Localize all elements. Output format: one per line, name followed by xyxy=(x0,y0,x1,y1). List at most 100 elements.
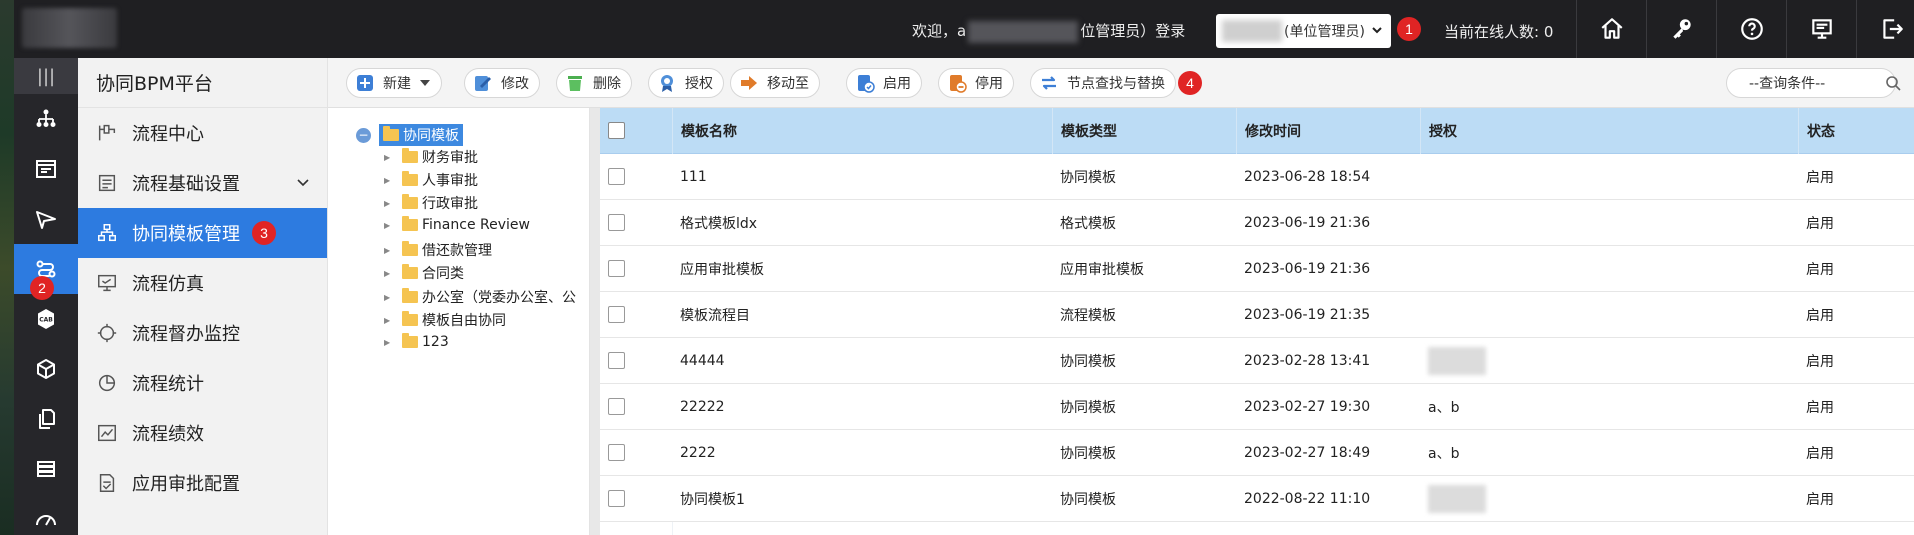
unit-select[interactable]: (单位管理员) xyxy=(1216,14,1391,48)
home-button[interactable] xyxy=(1576,0,1646,58)
table-row[interactable]: 协同模板1 协同模板 2022-08-22 11:10 启用 xyxy=(600,476,1914,522)
pie-chart-icon xyxy=(98,374,116,392)
nav-item-supervision[interactable]: 流程督办监控 xyxy=(78,308,327,358)
nav-item-performance[interactable]: 流程绩效 xyxy=(78,408,327,458)
nav-item-label: 流程仿真 xyxy=(132,274,204,295)
logout-button[interactable] xyxy=(1856,0,1914,58)
disable-button[interactable]: 停用 xyxy=(938,68,1014,98)
table-row[interactable]: 应用审批模板 应用审批模板 2023-06-19 21:36 启用 xyxy=(600,246,1914,292)
cell-status: 启用 xyxy=(1806,170,1834,186)
row-checkbox[interactable] xyxy=(608,214,625,231)
nav-item-app-approval[interactable]: 应用审批配置 xyxy=(78,458,327,508)
tree-node[interactable]: ▶ 财务审批 xyxy=(384,147,478,167)
tree-root-label[interactable]: 协同模板 xyxy=(379,124,463,146)
column-header-name[interactable]: 模板名称 xyxy=(672,108,1052,154)
enable-label: 启用 xyxy=(883,76,911,92)
tree-node[interactable]: ▶ 123 xyxy=(384,333,449,350)
row-checkbox[interactable] xyxy=(608,398,625,415)
help-icon xyxy=(1740,18,1763,40)
cell-status: 启用 xyxy=(1806,262,1834,278)
search-icon[interactable] xyxy=(1885,75,1901,91)
tree-node[interactable]: ▶ 人事审批 xyxy=(384,170,478,190)
cell-status: 启用 xyxy=(1806,446,1834,462)
nav-item-flow-center[interactable]: 流程中心 xyxy=(78,108,327,158)
help-button[interactable] xyxy=(1716,0,1786,58)
key-button[interactable] xyxy=(1646,0,1716,58)
rail-item-send[interactable] xyxy=(14,194,78,244)
rail-item-cab[interactable]: CAB xyxy=(14,294,78,344)
tree-node-label: 财务审批 xyxy=(422,150,478,166)
cell-status: 启用 xyxy=(1806,492,1834,508)
tree-node[interactable]: ▶ 借还款管理 xyxy=(384,240,492,260)
table-row[interactable]: 44444 协同模板 2023-02-28 13:41 启用 xyxy=(600,338,1914,384)
cell-status: 启用 xyxy=(1806,216,1834,232)
tree-node-label: 行政审批 xyxy=(422,196,478,212)
row-checkbox[interactable] xyxy=(608,444,625,461)
nav-item-statistics[interactable]: 流程统计 xyxy=(78,358,327,408)
tree-node[interactable]: ▶ Finance Review xyxy=(384,216,530,233)
rail-item-cube[interactable] xyxy=(14,344,78,394)
delete-button[interactable]: 删除 xyxy=(556,68,632,98)
rail-item-gauge[interactable] xyxy=(14,494,78,535)
expand-arrow-icon[interactable]: ▶ xyxy=(384,153,394,162)
enable-button[interactable]: 启用 xyxy=(846,68,922,98)
rail-item-layers[interactable] xyxy=(14,444,78,494)
tree-node[interactable]: ▶ 合同类 xyxy=(384,263,464,283)
expand-arrow-icon[interactable]: ▶ xyxy=(384,269,394,278)
tree-node[interactable]: ▶ 行政审批 xyxy=(384,193,478,213)
rail-toggle-button[interactable]: ||| xyxy=(14,58,78,94)
logo xyxy=(22,8,117,48)
table-row[interactable]: 格式模板ldx 格式模板 2023-06-19 21:36 启用 xyxy=(600,200,1914,246)
documents-icon xyxy=(39,409,55,429)
authorize-button[interactable]: 授权 xyxy=(648,68,724,98)
expand-arrow-icon[interactable]: ▶ xyxy=(384,316,394,325)
expand-arrow-icon[interactable]: ▶ xyxy=(384,246,394,255)
expand-arrow-icon[interactable]: ▶ xyxy=(384,199,394,208)
splitter[interactable] xyxy=(590,108,600,535)
settings-list-icon xyxy=(98,174,116,192)
find-replace-node-button[interactable]: 节点查找与替换 xyxy=(1030,68,1176,98)
table-row[interactable]: 111 协同模板 2023-06-28 18:54 启用 xyxy=(600,154,1914,200)
column-header-status[interactable]: 状态 xyxy=(1798,108,1914,154)
monitor-button[interactable] xyxy=(1786,0,1856,58)
nav-item-basic-settings[interactable]: 流程基础设置 xyxy=(78,158,327,208)
rail-item-calendar[interactable] xyxy=(14,144,78,194)
row-checkbox[interactable] xyxy=(608,260,625,277)
expand-arrow-icon[interactable]: ▶ xyxy=(384,221,394,230)
tree-root[interactable]: − 协同模板 xyxy=(356,124,463,146)
row-checkbox[interactable] xyxy=(608,168,625,185)
rail-item-org[interactable] xyxy=(14,94,78,144)
cell-type: 协同模板 xyxy=(1060,446,1116,462)
expand-arrow-icon[interactable]: ▶ xyxy=(384,338,394,347)
column-header-type[interactable]: 模板类型 xyxy=(1052,108,1236,154)
tree-node-label: 123 xyxy=(422,334,449,350)
tree-node[interactable]: ▶ 办公室（党委办公室、公 xyxy=(384,287,576,307)
expand-arrow-icon[interactable]: ▶ xyxy=(384,176,394,185)
tree-node[interactable]: ▶ 模板自由协同 xyxy=(384,310,506,330)
table-row[interactable]: 2222 协同模板 2023-02-27 18:49 a、b 启用 xyxy=(600,430,1914,476)
query-condition-select[interactable]: --查询条件-- xyxy=(1726,68,1901,98)
cell-name: 协同模板1 xyxy=(680,492,745,508)
template-table: 模板名称 模板类型 修改时间 授权 状态 111 协同模板 2023-06-28… xyxy=(600,108,1914,535)
cell-time: 2023-02-27 18:49 xyxy=(1244,445,1371,461)
row-checkbox[interactable] xyxy=(608,490,625,507)
edit-button[interactable]: 修改 xyxy=(464,68,540,98)
select-all-checkbox[interactable] xyxy=(608,122,625,139)
new-button[interactable]: 新建 xyxy=(346,68,442,98)
row-checkbox[interactable] xyxy=(608,306,625,323)
column-header-time[interactable]: 修改时间 xyxy=(1236,108,1420,154)
nav-item-simulation[interactable]: 流程仿真 xyxy=(78,258,327,308)
table-row[interactable]: 22222 协同模板 2023-02-27 19:30 a、b 启用 xyxy=(600,384,1914,430)
approval-doc-icon xyxy=(99,474,115,492)
column-header-auth[interactable]: 授权 xyxy=(1420,108,1798,154)
welcome-suffix: 位管理员）登录 xyxy=(1080,22,1186,40)
move-to-button[interactable]: 移动至 xyxy=(730,68,820,98)
row-checkbox[interactable] xyxy=(608,352,625,369)
expand-arrow-icon[interactable]: ▶ xyxy=(384,293,394,302)
unit-select-value: (单位管理员) xyxy=(1284,24,1365,40)
table-row[interactable]: 模板流程目 流程模板 2023-06-19 21:35 启用 xyxy=(600,292,1914,338)
collapse-icon[interactable]: − xyxy=(356,127,371,143)
nav-item-template-management[interactable]: 协同模板管理 3 xyxy=(78,208,327,258)
cell-status: 启用 xyxy=(1806,400,1834,416)
rail-item-documents[interactable] xyxy=(14,394,78,444)
